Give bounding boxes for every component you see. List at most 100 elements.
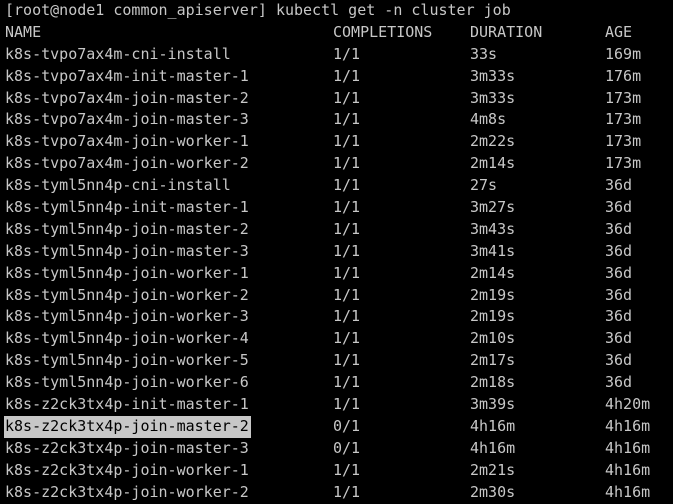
cell-name: k8s-tyml5nn4p-join-master-2 [5, 219, 249, 238]
cell-age: 36d [605, 285, 633, 304]
cell-duration: 3m39s [470, 395, 516, 414]
cell-name: k8s-z2ck3tx4p-join-worker-2 [5, 482, 249, 501]
cell-age: 36d [605, 351, 633, 370]
table-row[interactable]: k8s-tyml5nn4p-init-master-1 1/1 3m27s 36d [0, 197, 673, 219]
cell-name: k8s-z2ck3tx4p-join-worker-1 [5, 460, 249, 479]
table-row[interactable]: k8s-z2ck3tx4p-init-master-1 1/1 3m39s 4h20m [0, 394, 673, 416]
cell-name: k8s-tyml5nn4p-join-worker-3 [5, 307, 249, 326]
cell-completions: 1/1 [333, 66, 361, 85]
cell-duration: 3m33s [470, 66, 516, 85]
cell-completions: 1/1 [333, 373, 361, 392]
cell-name: k8s-tyml5nn4p-join-worker-4 [5, 329, 249, 348]
table-row[interactable]: k8s-z2ck3tx4p-join-master-3 0/1 4h16m 4h16m [0, 438, 673, 460]
cell-age: 173m [605, 88, 642, 107]
cell-duration: 2m10s [470, 329, 516, 348]
cell-duration: 3m27s [470, 198, 516, 217]
cell-name: k8s-tvpo7ax4m-join-master-2 [5, 88, 249, 107]
cell-completions: 1/1 [333, 44, 361, 63]
cell-age: 36d [605, 307, 633, 326]
cell-duration: 2m19s [470, 285, 516, 304]
table-row[interactable]: k8s-tyml5nn4p-join-worker-2 1/1 2m19s 36d [0, 285, 673, 307]
table-row[interactable]: k8s-tyml5nn4p-join-worker-3 1/1 2m19s 36d [0, 306, 673, 328]
cell-name: k8s-z2ck3tx4p-join-master-3 [5, 438, 249, 457]
cell-completions: 1/1 [333, 460, 361, 479]
cell-name: k8s-tyml5nn4p-join-worker-1 [5, 263, 249, 282]
cell-completions: 1/1 [333, 154, 361, 173]
cell-completions: 1/1 [333, 132, 361, 151]
cell-age: 36d [605, 329, 633, 348]
cell-completions: 1/1 [333, 110, 361, 129]
terminal-window[interactable]: [root@node1 common_apiserver] kubectl ge… [0, 0, 673, 501]
cell-duration: 4h16m [470, 438, 516, 457]
cell-duration: 4m8s [470, 110, 507, 129]
table-row[interactable]: k8s-z2ck3tx4p-join-master-2 0/1 4h16m 4h16m [0, 415, 673, 438]
table-row[interactable]: k8s-tyml5nn4p-join-master-2 1/1 3m43s 36d [0, 219, 673, 241]
cell-name: k8s-tvpo7ax4m-init-master-1 [5, 66, 249, 85]
cell-age: 36d [605, 198, 633, 217]
table-row[interactable]: k8s-tvpo7ax4m-join-worker-1 1/1 2m22s 173m [0, 131, 673, 153]
cell-completions: 0/1 [333, 438, 361, 457]
header-age: AGE [605, 22, 633, 41]
table-row[interactable]: k8s-tyml5nn4p-cni-install 1/1 27s 36d [0, 175, 673, 197]
table-row[interactable]: k8s-tyml5nn4p-join-worker-6 1/1 2m18s 36d [0, 372, 673, 394]
cell-duration: 2m18s [470, 373, 516, 392]
job-list: k8s-tvpo7ax4m-cni-install 1/1 33s 169m k8s-t… [0, 44, 673, 504]
cell-age: 36d [605, 241, 633, 260]
cell-name: k8s-tvpo7ax4m-join-master-3 [5, 110, 249, 129]
cell-age: 36d [605, 263, 633, 282]
cell-duration: 2m22s [470, 132, 516, 151]
cell-completions: 1/1 [333, 329, 361, 348]
table-row[interactable]: k8s-tvpo7ax4m-join-worker-2 1/1 2m14s 173m [0, 153, 673, 175]
cell-age: 4h16m [605, 416, 651, 435]
cell-age: 173m [605, 110, 642, 129]
cell-age: 36d [605, 373, 633, 392]
cell-age: 4h16m [605, 438, 651, 457]
table-row[interactable]: k8s-tyml5nn4p-join-worker-1 1/1 2m14s 36d [0, 263, 673, 285]
cell-duration: 3m43s [470, 219, 516, 238]
header-name: NAME [5, 22, 42, 41]
cell-duration: 27s [470, 176, 498, 195]
cell-duration: 3m41s [470, 241, 516, 260]
cell-completions: 1/1 [333, 263, 361, 282]
cell-duration: 33s [470, 44, 498, 63]
command-text: kubectl get -n cluster job [275, 1, 511, 19]
cell-name: k8s-tvpo7ax4m-join-worker-1 [5, 132, 249, 151]
table-row[interactable]: k8s-tvpo7ax4m-init-master-1 1/1 3m33s 176m [0, 66, 673, 88]
cell-age: 169m [605, 44, 642, 63]
cell-completions: 1/1 [333, 88, 361, 107]
cell-name: k8s-tyml5nn4p-join-master-3 [5, 241, 249, 260]
cell-age: 173m [605, 132, 642, 151]
cell-duration: 2m14s [470, 263, 516, 282]
table-row[interactable]: k8s-z2ck3tx4p-join-worker-1 1/1 2m21s 4h16m [0, 460, 673, 482]
cell-completions: 1/1 [333, 219, 361, 238]
cell-completions: 1/1 [333, 351, 361, 370]
cell-completions: 1/1 [333, 176, 361, 195]
table-row[interactable]: k8s-tvpo7ax4m-join-master-2 1/1 3m33s 173m [0, 88, 673, 110]
cell-duration: 2m19s [470, 307, 516, 326]
cell-duration: 2m21s [470, 460, 516, 479]
cell-name: k8s-tyml5nn4p-join-worker-2 [5, 285, 249, 304]
table-row[interactable]: k8s-tvpo7ax4m-join-master-3 1/1 4m8s 173m [0, 109, 673, 131]
cell-duration: 4h16m [470, 416, 516, 435]
command-line: [root@node1 common_apiserver] kubectl ge… [0, 0, 673, 22]
cell-age: 176m [605, 66, 642, 85]
table-row[interactable]: k8s-tyml5nn4p-join-worker-5 1/1 2m17s 36d [0, 350, 673, 372]
cell-name: k8s-z2ck3tx4p-init-master-1 [5, 395, 249, 414]
table-row[interactable]: k8s-tvpo7ax4m-cni-install 1/1 33s 169m [0, 44, 673, 66]
table-header: NAME COMPLETIONS DURATION AGE [0, 22, 673, 44]
table-row[interactable]: k8s-tyml5nn4p-join-worker-4 1/1 2m10s 36d [0, 328, 673, 350]
cell-name: k8s-tyml5nn4p-init-master-1 [5, 198, 249, 217]
cell-age: 36d [605, 176, 633, 195]
cell-name-selected: k8s-z2ck3tx4p-join-master-2 [4, 415, 251, 438]
cell-name: k8s-tyml5nn4p-join-worker-5 [5, 351, 249, 370]
table-row[interactable]: k8s-tyml5nn4p-join-master-3 1/1 3m41s 36d [0, 241, 673, 263]
cell-name: k8s-tvpo7ax4m-join-worker-2 [5, 154, 249, 173]
cell-duration: 2m17s [470, 351, 516, 370]
cell-name: k8s-tyml5nn4p-cni-install [5, 176, 231, 195]
table-row[interactable]: k8s-z2ck3tx4p-join-worker-2 1/1 2m30s 4h16m [0, 482, 673, 504]
cell-age: 4h16m [605, 460, 651, 479]
header-duration: DURATION [470, 22, 543, 41]
shell-prompt: [root@node1 common_apiserver] kubectl ge… [5, 1, 511, 19]
cell-completions: 1/1 [333, 198, 361, 217]
cell-duration: 2m14s [470, 154, 516, 173]
